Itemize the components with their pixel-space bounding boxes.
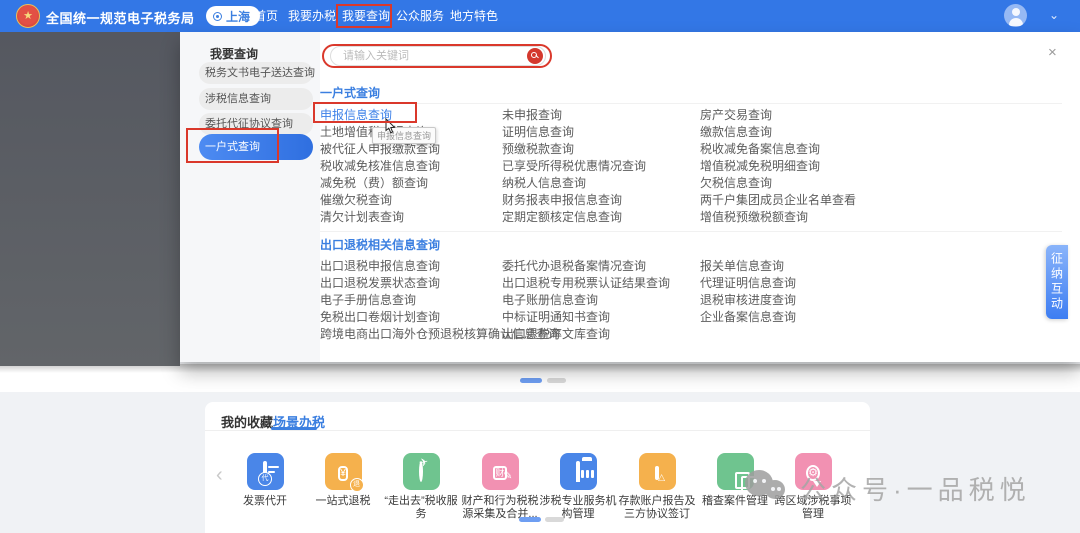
apps-page-dot[interactable] <box>545 517 564 522</box>
nav-public-service[interactable]: 公众服务 <box>396 0 444 32</box>
query-link[interactable]: 已享受所得税优惠情况查询 <box>502 158 700 175</box>
top-header: ★ 全国统一规范电子税务局 上海 首页 我要办税 我要查询 公众服务 地方特色 … <box>0 0 1080 32</box>
query-link[interactable]: 退税审核进度查询 <box>700 292 906 309</box>
query-link[interactable]: 未申报查询 <box>502 107 700 124</box>
sidebar-item-entrusted-collection-query[interactable]: 委托代征协议查询 <box>199 113 313 135</box>
wechat-icon <box>745 470 791 508</box>
app-label: 发票代开 <box>223 495 307 508</box>
query-link[interactable]: 出口退税专用税票认证结果查询 <box>502 275 700 292</box>
query-link[interactable]: 预缴税款查询 <box>502 141 700 158</box>
query-link[interactable]: 免税出口卷烟计划查询 <box>320 309 502 326</box>
query-link[interactable]: 减免税（费）额查询 <box>320 175 502 192</box>
location-pin-icon <box>213 12 222 21</box>
app-property-behavior-tax[interactable]: 财 ✎ 财产和行为税税源采集及合并... <box>455 453 545 520</box>
query-link-declaration-info[interactable]: 申报信息查询 <box>320 107 502 124</box>
nav-tax-handling[interactable]: 我要办税 <box>288 0 336 32</box>
invoice-agency-icon: 代 <box>263 463 267 481</box>
query-link[interactable]: 中标证明通知书查询 <box>502 309 700 326</box>
divider <box>205 430 870 431</box>
app-tax-service-agency[interactable]: 涉税专业服务机构管理 <box>533 453 623 520</box>
one-stop-refund-icon: ¥ 退 <box>338 463 348 481</box>
app-one-stop-refund[interactable]: ¥ 退 一站式退税 <box>298 453 388 508</box>
group-title-export-refund: 出口退税相关信息查询 <box>320 236 440 253</box>
chevron-down-icon[interactable]: ⌄ <box>1049 8 1059 22</box>
nav-local-features[interactable]: 地方特色 <box>450 0 498 32</box>
query-link[interactable]: 代理证明信息查询 <box>700 275 906 292</box>
query-link[interactable]: 电子手册信息查询 <box>320 292 502 309</box>
tax-service-agency-icon <box>576 463 580 481</box>
query-link[interactable]: 房产交易查询 <box>700 107 906 124</box>
divider <box>320 231 1062 232</box>
query-link[interactable]: 清欠计划表查询 <box>320 209 502 226</box>
hover-tooltip: 申报信息查询 <box>372 127 436 144</box>
overlay-scrim <box>0 32 180 366</box>
national-emblem-logo: ★ <box>16 4 40 28</box>
query-link[interactable]: 出口退税申报信息查询 <box>320 258 502 275</box>
property-behavior-tax-icon: 财 ✎ <box>493 463 506 481</box>
location-badge[interactable]: 上海 <box>206 6 260 26</box>
query-link[interactable]: 出口退税发票状态查询 <box>320 275 502 292</box>
tab-my-favorites[interactable]: 我的收藏 <box>221 412 273 431</box>
panel-sidebar: 我要查询 税务文书电子送达查询 涉税信息查询 委托代征协议查询 一户式查询 <box>180 32 320 362</box>
nav-query[interactable]: 我要查询 <box>342 0 390 32</box>
query-link[interactable]: 税收减免核准信息查询 <box>320 158 502 175</box>
search-button[interactable] <box>527 48 543 64</box>
query-link[interactable]: 企业备案信息查询 <box>700 309 906 326</box>
sidebar-item-document-delivery-query[interactable]: 税务文书电子送达查询 <box>199 62 313 84</box>
app-label: “走出去”税收服务 <box>379 495 463 520</box>
query-link[interactable]: 税收减免备案信息查询 <box>700 141 906 158</box>
query-link[interactable]: 缴款信息查询 <box>700 124 906 141</box>
sidebar-item-one-account-query[interactable]: 一户式查询 <box>199 134 313 160</box>
query-link[interactable]: 增值税预缴税额查询 <box>700 209 906 226</box>
divider <box>320 103 1062 104</box>
carousel-dot-active[interactable] <box>520 378 542 383</box>
app-label: 存款账户报告及三方协议签订 <box>615 495 699 520</box>
query-link[interactable]: 财务报表申报信息查询 <box>502 192 700 209</box>
query-dropdown-panel: 我要查询 税务文书电子送达查询 涉税信息查询 委托代征协议查询 一户式查询 × … <box>180 32 1080 362</box>
app-invoice-agency[interactable]: 代 发票代开 <box>220 453 310 508</box>
query-link[interactable]: 催缴欠税查询 <box>320 192 502 209</box>
app-deposit-account[interactable]: △ 存款账户报告及三方协议签订 <box>612 453 702 520</box>
query-link[interactable]: 电子账册信息查询 <box>502 292 700 309</box>
app-going-global-tax[interactable]: ✈ “走出去”税收服务 <box>376 453 466 520</box>
query-link[interactable]: 欠税信息查询 <box>700 175 906 192</box>
deposit-account-icon: △ <box>655 463 659 481</box>
interaction-side-tab[interactable]: 征纳互动 <box>1046 245 1068 319</box>
query-link[interactable]: 证明信息查询 <box>502 124 700 141</box>
query-link[interactable]: 两千户集团成员企业名单查看 <box>700 192 906 209</box>
query-link[interactable]: 增值税减免税明细查询 <box>700 158 906 175</box>
page: 我的收藏 场景办税 ‹ 代 发票代开 ¥ 退 一站式退税 ✈ “走出去”税收服务… <box>0 0 1080 533</box>
carousel-dot[interactable] <box>547 378 566 383</box>
favorites-card: 我的收藏 场景办税 ‹ 代 发票代开 ¥ 退 一站式退税 ✈ “走出去”税收服务… <box>205 402 870 533</box>
watermark-text: 公众号·一品税悦 <box>800 470 1031 507</box>
mouse-cursor <box>384 118 396 139</box>
query-link[interactable]: 定期定额核定信息查询 <box>502 209 700 226</box>
close-icon[interactable]: × <box>1048 44 1057 61</box>
apps-page-dot-active[interactable] <box>519 517 541 522</box>
user-avatar[interactable] <box>1004 4 1027 27</box>
sidebar-item-tax-info-query[interactable]: 涉税信息查询 <box>199 88 313 110</box>
going-global-tax-icon: ✈ <box>419 463 423 481</box>
sidebar-title: 我要查询 <box>210 45 258 62</box>
group-title-one-account: 一户式查询 <box>320 84 380 101</box>
nav-home[interactable]: 首页 <box>254 0 278 32</box>
app-label: 一站式退税 <box>301 495 385 508</box>
search-icon <box>531 52 537 58</box>
one-account-links: 申报信息查询 未申报查询 房产交易查询 土地增值税申报查询 证明信息查询 缴款信… <box>320 107 906 226</box>
query-link[interactable]: 委托代办退税备案情况查询 <box>502 258 700 275</box>
export-refund-links: 出口退税申报信息查询 委托代办退税备案情况查询 报关单信息查询 出口退税发票状态… <box>320 258 906 343</box>
site-title: 全国统一规范电子税务局 <box>46 8 195 27</box>
query-link[interactable]: 纳税人信息查询 <box>502 175 700 192</box>
query-link[interactable]: 报关单信息查询 <box>700 258 906 275</box>
query-link[interactable]: 出口退税率文库查询 <box>502 326 700 343</box>
search-input[interactable] <box>330 46 546 66</box>
query-link[interactable]: 跨境电商出口海外仓预退税核算确认信息查询 <box>320 326 502 343</box>
